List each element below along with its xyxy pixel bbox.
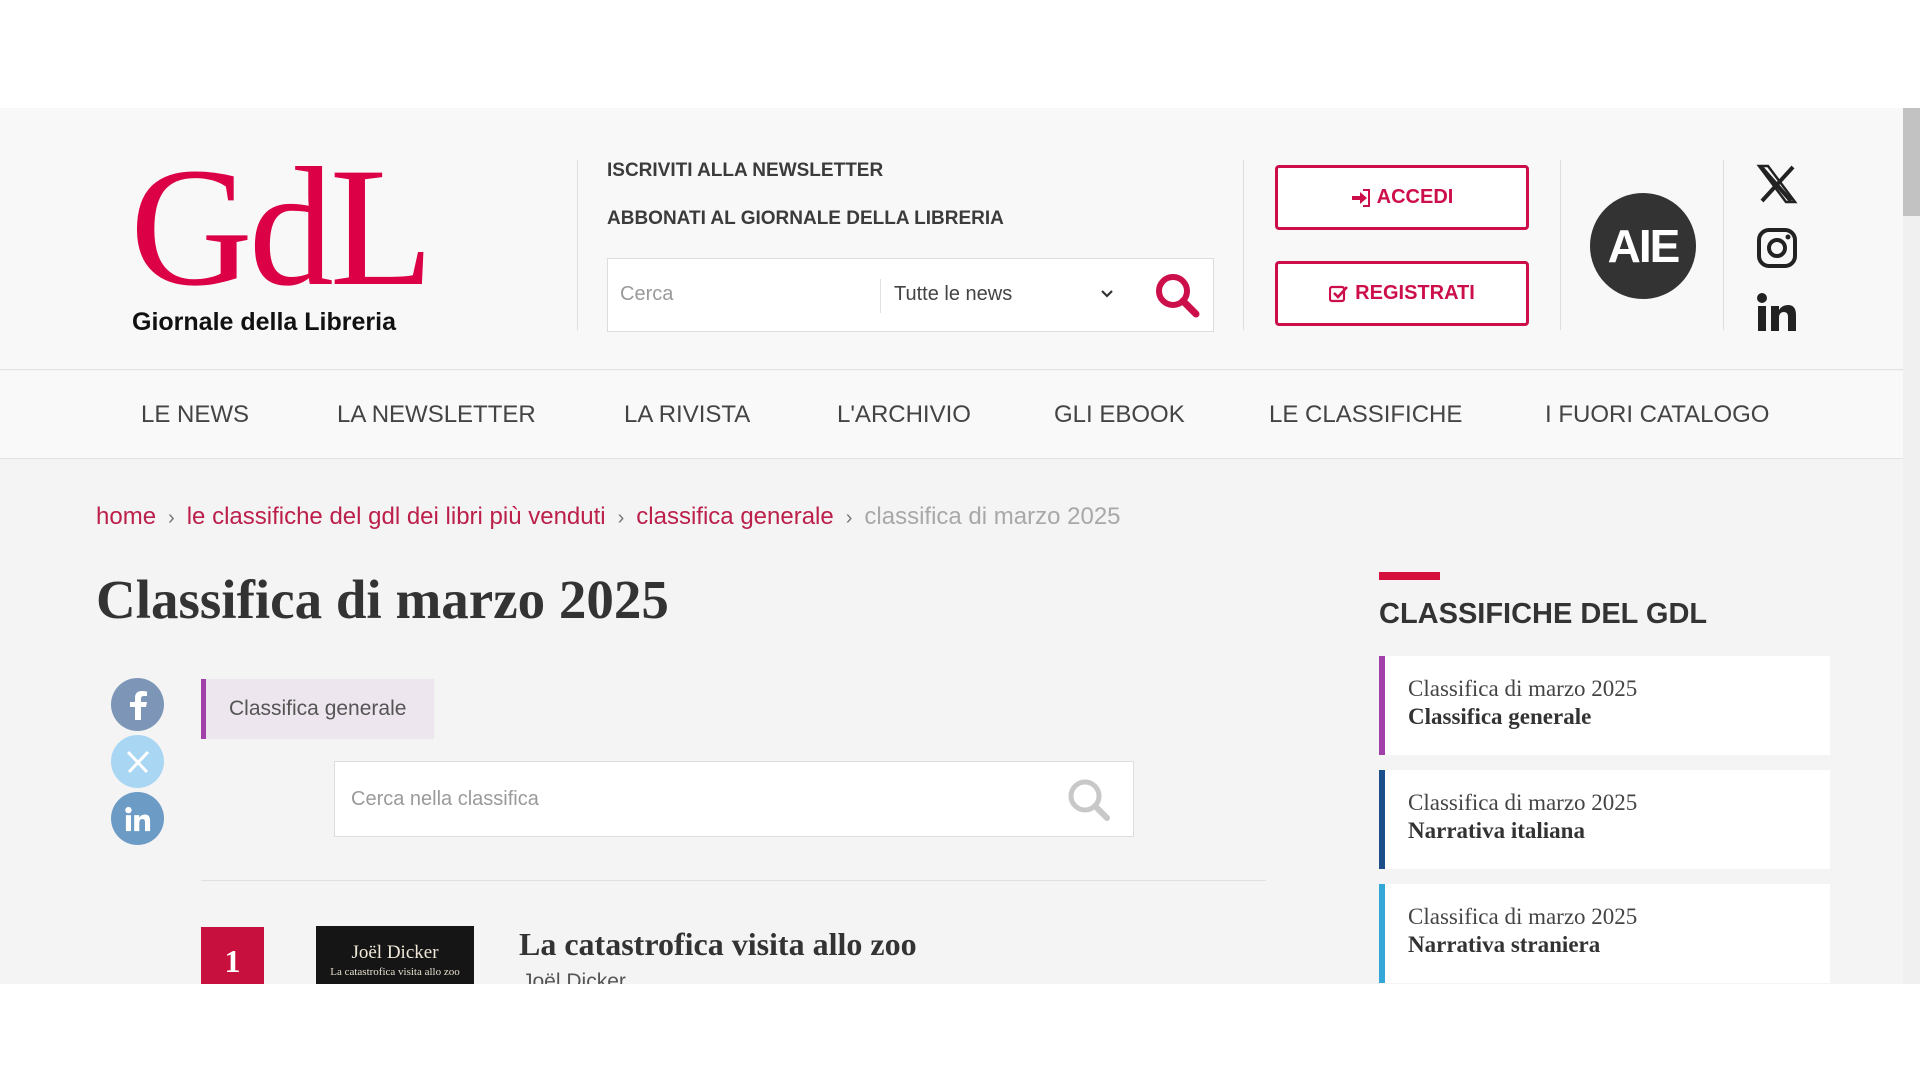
chevron-right-icon: › [168,507,175,529]
sidebar-accent-bar [1379,572,1440,580]
header-divider [1560,160,1561,330]
nav-item-newsletter[interactable]: LA NEWSLETTER [337,401,536,429]
web-page: GdL Giornale della Libreria ISCRIVITI AL… [0,108,1903,984]
subscribe-link[interactable]: ABBONATI AL GIORNALE DELLA LIBRERIA [607,208,1004,230]
browser-viewport: GdL Giornale della Libreria ISCRIVITI AL… [0,0,1920,1080]
site-search: Cerca Tutte le news [607,258,1214,332]
instagram-icon[interactable] [1755,226,1799,270]
breadcrumb: home › le classifiche del gdl dei libri pi… [96,503,1121,533]
search-filter-select[interactable]: Tutte le news [894,283,1012,306]
page-title: Classifica di marzo 2025 [96,569,669,630]
register-button[interactable]: REGISTRATI [1275,261,1529,326]
sidebar-card-category: Narrativa italiana [1408,818,1585,843]
nav-item-archivio[interactable]: L'ARCHIVIO [837,401,971,429]
book-cover[interactable]: Joël Dicker La catastrofica visita allo … [316,926,474,984]
sidebar-card-date: Classifica di marzo 2025 [1408,790,1638,815]
sign-in-icon [1351,188,1370,207]
breadcrumb-home[interactable]: home [96,503,156,530]
nav-item-ebook[interactable]: GLI EBOOK [1054,401,1185,429]
login-button[interactable]: ACCEDI [1275,165,1529,230]
login-label: ACCEDI [1376,186,1454,208]
scrollbar-track[interactable] [1903,108,1920,984]
chevron-right-icon: › [845,507,853,529]
header-divider [1723,160,1724,330]
aie-logo[interactable]: AIE [1590,193,1696,299]
sidebar-card-narrativa-italiana[interactable]: Classifica di marzo 2025 Narrativa itali… [1379,770,1830,869]
ranking-search[interactable]: Cerca nella classifica [334,761,1134,837]
search-icon[interactable] [1065,776,1113,824]
x-icon [126,750,149,773]
sidebar-card-date: Classifica di marzo 2025 [1408,904,1638,929]
site-logo[interactable]: GdL Giornale della Libreria [130,142,440,338]
sidebar-card-category: Narrativa straniera [1408,932,1601,957]
share-x-button[interactable] [111,735,164,788]
nav-item-news[interactable]: LE NEWS [141,401,249,429]
book-title[interactable]: La catastrofica visita allo zoo [519,926,917,963]
newsletter-signup-link[interactable]: ISCRIVITI ALLA NEWSLETTER [607,160,883,182]
facebook-icon [129,690,147,720]
register-label: REGISTRATI [1355,282,1475,304]
ranking-search-input[interactable]: Cerca nella classifica [351,788,539,811]
check-square-icon [1329,285,1349,302]
book-author: Joël Dicker [522,970,626,984]
breadcrumb-current: classifica di marzo 2025 [864,503,1121,530]
cover-author: Joël Dicker [351,942,439,963]
header-divider [1243,160,1244,330]
nav-item-rivista[interactable]: LA RIVISTA [624,401,750,429]
chevron-down-icon[interactable] [1098,285,1116,303]
x-icon[interactable] [1755,162,1799,206]
linkedin-icon [124,806,150,831]
header-divider [577,160,578,330]
sidebar-card-date: Classifica di marzo 2025 [1408,676,1638,701]
breadcrumb-classifiche[interactable]: le classifiche del gdl dei libri più ven… [187,503,606,530]
share-facebook-button[interactable] [111,678,164,731]
search-divider [880,279,881,313]
chevron-right-icon: › [617,507,625,529]
share-linkedin-button[interactable] [111,792,164,845]
logo-tagline: Giornale della Libreria [132,308,396,336]
search-input[interactable]: Cerca [620,283,870,306]
sidebar-card-category: Classifica generale [1408,704,1592,729]
rank-number: 1 [201,927,264,984]
main-nav: LE NEWS LA NEWSLETTER LA RIVISTA L'ARCHI… [0,371,1903,459]
nav-item-classifiche[interactable]: LE CLASSIFICHE [1269,401,1462,429]
site-header: GdL Giornale della Libreria ISCRIVITI AL… [0,108,1903,370]
logo-letters: GdL [130,133,434,321]
divider [201,880,1266,881]
search-icon[interactable] [1153,271,1201,319]
category-tag[interactable]: Classifica generale [201,679,434,739]
scrollbar-thumb[interactable] [1903,108,1920,216]
sidebar-card-narrativa-straniera[interactable]: Classifica di marzo 2025 Narrativa stran… [1379,884,1830,983]
linkedin-icon[interactable] [1755,290,1799,334]
sidebar-heading: CLASSIFICHE DEL GDL [1379,598,1708,630]
nav-item-fuori-catalogo[interactable]: I FUORI CATALOGO [1545,401,1769,429]
cover-title: La catastrofica visita allo zoo [330,966,460,978]
breadcrumb-classifica-generale[interactable]: classifica generale [636,503,833,530]
sidebar-card-generale[interactable]: Classifica di marzo 2025 Classifica gene… [1379,656,1830,755]
